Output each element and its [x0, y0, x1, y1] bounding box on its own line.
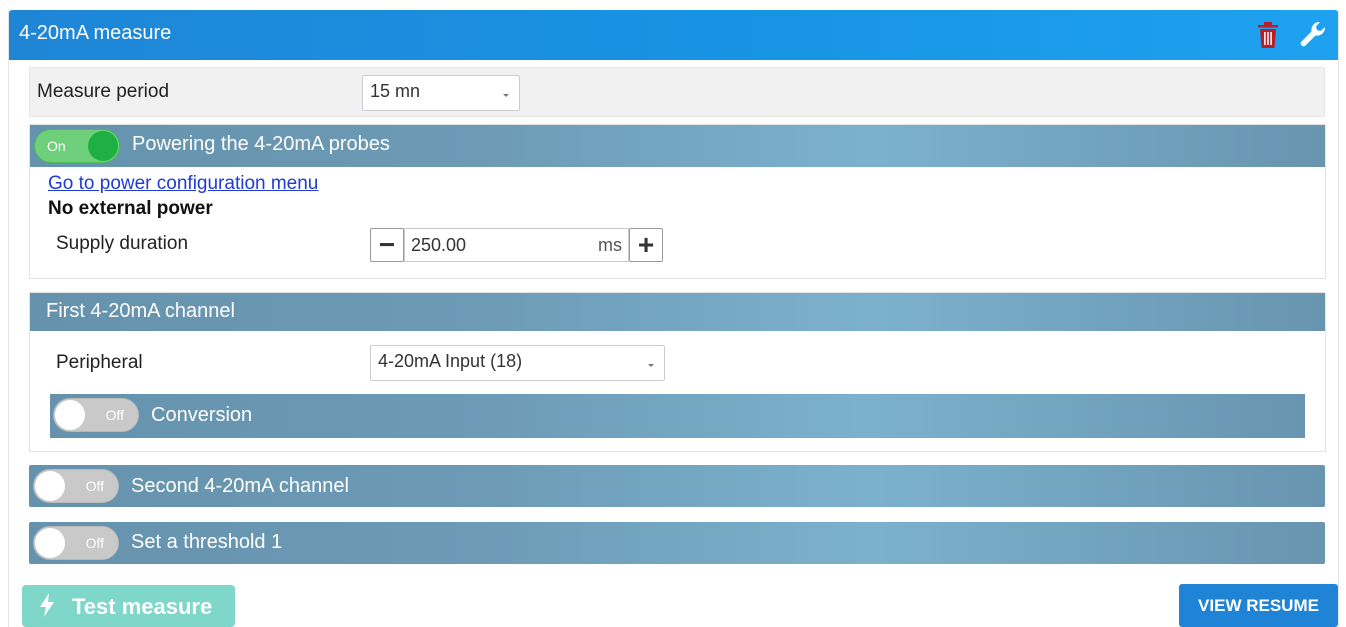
toggle-knob — [35, 471, 65, 501]
wrench-icon[interactable] — [1298, 20, 1328, 50]
measure-panel: 4-20mA measure Measure period 15 mn On P… — [8, 10, 1339, 627]
toggle-knob — [35, 528, 65, 558]
second-channel-title: Second 4-20mA channel — [131, 475, 349, 497]
first-channel-title: First 4-20mA channel — [46, 300, 235, 322]
toggle-knob — [88, 131, 118, 161]
powering-title: Powering the 4-20mA probes — [132, 133, 390, 155]
powering-header: On Powering the 4-20mA probes — [30, 125, 1325, 167]
power-status-text: No external power — [48, 198, 213, 219]
supply-duration-label: Supply duration — [56, 233, 189, 254]
threshold-toggle[interactable]: Off — [33, 526, 119, 560]
panel-title: 4-20mA measure — [19, 22, 172, 44]
powering-card: On Powering the 4-20mA probes Go to powe… — [29, 124, 1326, 279]
increment-button[interactable]: + — [629, 228, 663, 262]
measure-period-label: Measure period — [37, 81, 170, 102]
measure-period-row: Measure period 15 mn — [29, 67, 1325, 117]
conversion-bar: Off Conversion — [50, 394, 1305, 438]
peripheral-label: Peripheral — [56, 352, 143, 373]
trash-icon[interactable] — [1256, 21, 1280, 49]
second-channel-toggle[interactable]: Off — [33, 469, 119, 503]
threshold-title: Set a threshold 1 — [131, 531, 283, 553]
bolt-icon — [40, 593, 54, 617]
test-measure-button[interactable]: Test measure — [22, 585, 235, 627]
view-resume-button[interactable]: VIEW RESUME — [1179, 584, 1338, 627]
measure-period-select[interactable]: 15 mn — [362, 75, 520, 111]
decrement-button[interactable]: − — [370, 228, 404, 262]
supply-duration-input[interactable]: 250.00 ms — [404, 228, 629, 262]
supply-unit: ms — [598, 235, 622, 255]
first-channel-card: First 4-20mA channel Peripheral 4-20mA I… — [29, 292, 1326, 452]
first-channel-header: First 4-20mA channel — [30, 293, 1325, 331]
chevron-down-icon — [503, 94, 509, 97]
conversion-title: Conversion — [151, 404, 253, 426]
peripheral-select[interactable]: 4-20mA Input (18) — [370, 345, 665, 381]
threshold-bar: Off Set a threshold 1 — [29, 522, 1325, 564]
conversion-toggle[interactable]: Off — [53, 398, 139, 432]
toggle-knob — [55, 400, 85, 430]
panel-header: 4-20mA measure — [9, 10, 1338, 60]
second-channel-bar: Off Second 4-20mA channel — [29, 465, 1325, 507]
chevron-down-icon — [648, 364, 654, 367]
powering-toggle[interactable]: On — [34, 129, 120, 163]
power-config-link[interactable]: Go to power configuration menu — [48, 173, 318, 195]
